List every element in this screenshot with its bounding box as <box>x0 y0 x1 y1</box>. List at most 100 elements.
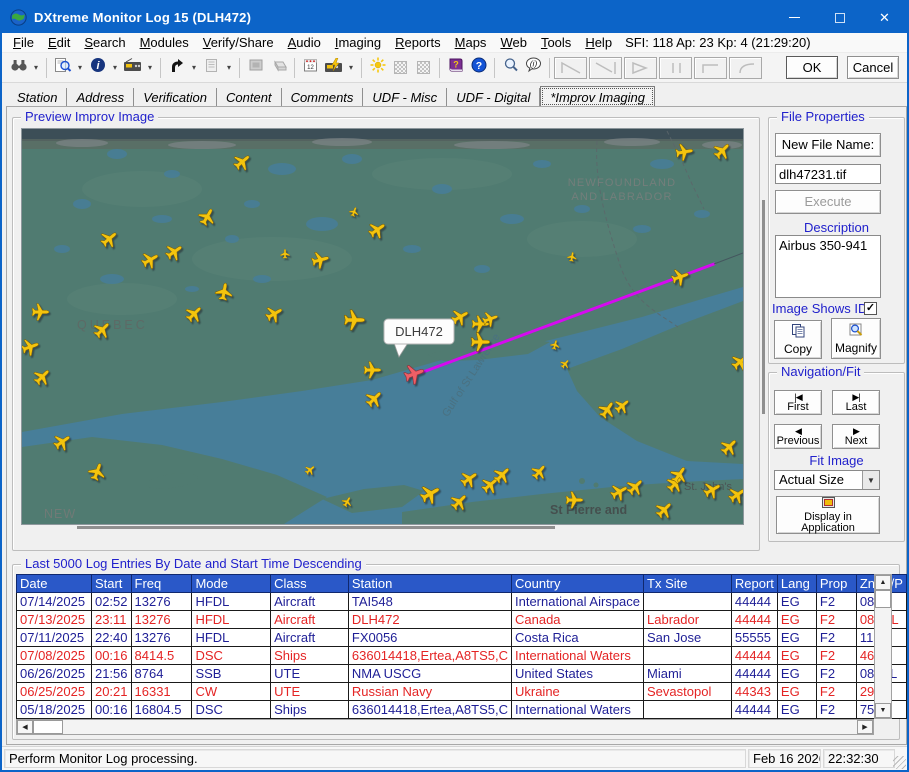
cell-freq[interactable]: 8764 <box>131 665 192 683</box>
cell-country[interactable]: Canada <box>511 611 643 629</box>
cell-report[interactable]: 44343 <box>731 683 777 701</box>
display-in-application-button[interactable]: Display in Application <box>776 496 880 534</box>
previous-record-button[interactable]: ◀ Previous <box>774 424 822 449</box>
calendar-button[interactable]: 12 <box>299 56 322 80</box>
cell-lang[interactable]: EG <box>777 647 816 665</box>
cell-mode[interactable]: HFDL <box>192 593 271 611</box>
table-vertical-scrollbar[interactable]: ▲ ▼ <box>874 574 892 719</box>
menu-reports[interactable]: Reports <box>388 33 448 52</box>
cell-start[interactable]: 00:16 <box>91 701 131 719</box>
cell-mode[interactable]: CW <box>192 683 271 701</box>
table-row[interactable]: 07/14/202502:5213276HFDLAircraftTAI548In… <box>17 593 907 611</box>
cell-prop[interactable]: F2 <box>816 665 856 683</box>
cell-report[interactable]: 44444 <box>731 611 777 629</box>
radio-schedule-dropdown[interactable]: ▾ <box>345 56 357 80</box>
maximize-button[interactable] <box>817 2 862 33</box>
cell-tx-site[interactable] <box>644 701 732 719</box>
cell-report[interactable]: 44444 <box>731 665 777 683</box>
cell-date[interactable]: 05/18/2025 <box>17 701 92 719</box>
tab-udf-misc[interactable]: UDF - Misc <box>363 88 447 107</box>
horizontal-scroll-thumb[interactable] <box>33 720 63 734</box>
cell-freq[interactable]: 16331 <box>131 683 192 701</box>
sun-button[interactable] <box>366 56 389 80</box>
preview-vertical-scrollbar[interactable] <box>762 200 765 414</box>
cell-mode[interactable]: HFDL <box>192 629 271 647</box>
cell-date[interactable]: 07/08/2025 <box>17 647 92 665</box>
magnify-button[interactable]: Magnify <box>831 318 881 359</box>
vertical-scroll-thumb[interactable] <box>875 590 891 608</box>
first-record-button[interactable]: |◀ First <box>774 390 822 415</box>
cell-report[interactable]: 44444 <box>731 701 777 719</box>
cell-tx-site[interactable] <box>644 647 732 665</box>
cell-report[interactable]: 44444 <box>731 647 777 665</box>
find-button[interactable] <box>7 56 30 80</box>
cell-lang[interactable]: EG <box>777 683 816 701</box>
radio-button[interactable] <box>121 56 144 80</box>
cell-date[interactable]: 06/25/2025 <box>17 683 92 701</box>
copy-button[interactable]: Copy <box>774 320 822 359</box>
tab-station[interactable]: Station <box>8 88 67 107</box>
cell-freq[interactable]: 13276 <box>131 611 192 629</box>
cell-mode[interactable]: SSB <box>192 665 271 683</box>
search-log-dropdown[interactable]: ▾ <box>74 56 86 80</box>
cell-country[interactable]: International Waters <box>511 701 643 719</box>
close-button[interactable]: ✕ <box>862 2 907 33</box>
cell-station[interactable]: 636014418,Ertea,A8TS5,C <box>348 701 511 719</box>
cell-tx-site[interactable]: San Jose <box>644 629 732 647</box>
cell-freq[interactable]: 13276 <box>131 629 192 647</box>
cell-report[interactable]: 44444 <box>731 593 777 611</box>
cell-class[interactable]: Ships <box>271 701 349 719</box>
info-dropdown[interactable]: ▾ <box>109 56 121 80</box>
cell-freq[interactable]: 16804.5 <box>131 701 192 719</box>
fit-image-select[interactable]: Actual Size ▼ <box>774 470 880 490</box>
cell-start[interactable]: 00:16 <box>91 647 131 665</box>
chevron-down-icon[interactable]: ▼ <box>862 471 879 489</box>
last-record-button[interactable]: ▶| Last <box>832 390 880 415</box>
help-book-button[interactable]: ? <box>444 56 467 80</box>
image-shows-id-checkbox[interactable]: ✓ <box>864 302 877 315</box>
pointer-button[interactable] <box>165 56 188 80</box>
cell-freq[interactable]: 13276 <box>131 593 192 611</box>
cell-lang[interactable]: EG <box>777 701 816 719</box>
help-circle-button[interactable]: ? <box>467 56 490 80</box>
radio-schedule-button[interactable] <box>322 56 345 80</box>
cell-lang[interactable]: EG <box>777 593 816 611</box>
info-balloon-button[interactable]: (i) <box>522 56 545 80</box>
menu-verify-share[interactable]: Verify/Share <box>196 33 281 52</box>
cell-country[interactable]: Costa Rica <box>511 629 643 647</box>
cell-prop[interactable]: F2 <box>816 683 856 701</box>
cell-lang[interactable]: EG <box>777 611 816 629</box>
scroll-down-icon[interactable]: ▼ <box>875 703 891 718</box>
notebook-dropdown[interactable]: ▾ <box>223 56 235 80</box>
description-field[interactable]: Airbus 350-941 <box>775 235 881 298</box>
cell-station[interactable]: TAI548 <box>348 593 511 611</box>
cell-mode[interactable]: DSC <box>192 647 271 665</box>
preview-horizontal-scrollbar[interactable] <box>77 526 555 529</box>
cell-country[interactable]: Ukraine <box>511 683 643 701</box>
cell-start[interactable]: 22:40 <box>91 629 131 647</box>
scroll-left-icon[interactable]: ◀ <box>17 720 33 734</box>
menu-web[interactable]: Web <box>493 33 534 52</box>
table-row[interactable]: 06/25/202520:2116331CWUTERussian NavyUkr… <box>17 683 907 701</box>
cell-date[interactable]: 07/14/2025 <box>17 593 92 611</box>
search-log-button[interactable] <box>51 56 74 80</box>
cell-tx-site[interactable]: Labrador <box>644 611 732 629</box>
cell-date[interactable]: 06/26/2025 <box>17 665 92 683</box>
menu-imaging[interactable]: Imaging <box>328 33 388 52</box>
info-button[interactable]: i <box>86 56 109 80</box>
cell-start[interactable]: 02:52 <box>91 593 131 611</box>
radio-dropdown[interactable]: ▾ <box>144 56 156 80</box>
minimize-button[interactable] <box>772 2 817 33</box>
cell-prop[interactable]: F2 <box>816 629 856 647</box>
next-record-button[interactable]: ▶ Next <box>832 424 880 449</box>
menu-maps[interactable]: Maps <box>448 33 494 52</box>
cell-prop[interactable]: F2 <box>816 611 856 629</box>
table-row[interactable]: 07/13/202523:1113276HFDLAircraftDLH472Ca… <box>17 611 907 629</box>
resize-grip[interactable] <box>893 756 906 769</box>
cell-station[interactable]: NMA USCG <box>348 665 511 683</box>
cell-class[interactable]: Aircraft <box>271 629 349 647</box>
cell-country[interactable]: International Waters <box>511 647 643 665</box>
tab-improv-imaging[interactable]: *Improv Imaging <box>540 86 655 107</box>
cell-tx-site[interactable]: Sevastopol <box>644 683 732 701</box>
cell-station[interactable]: 636014418,Ertea,A8TS5,C <box>348 647 511 665</box>
